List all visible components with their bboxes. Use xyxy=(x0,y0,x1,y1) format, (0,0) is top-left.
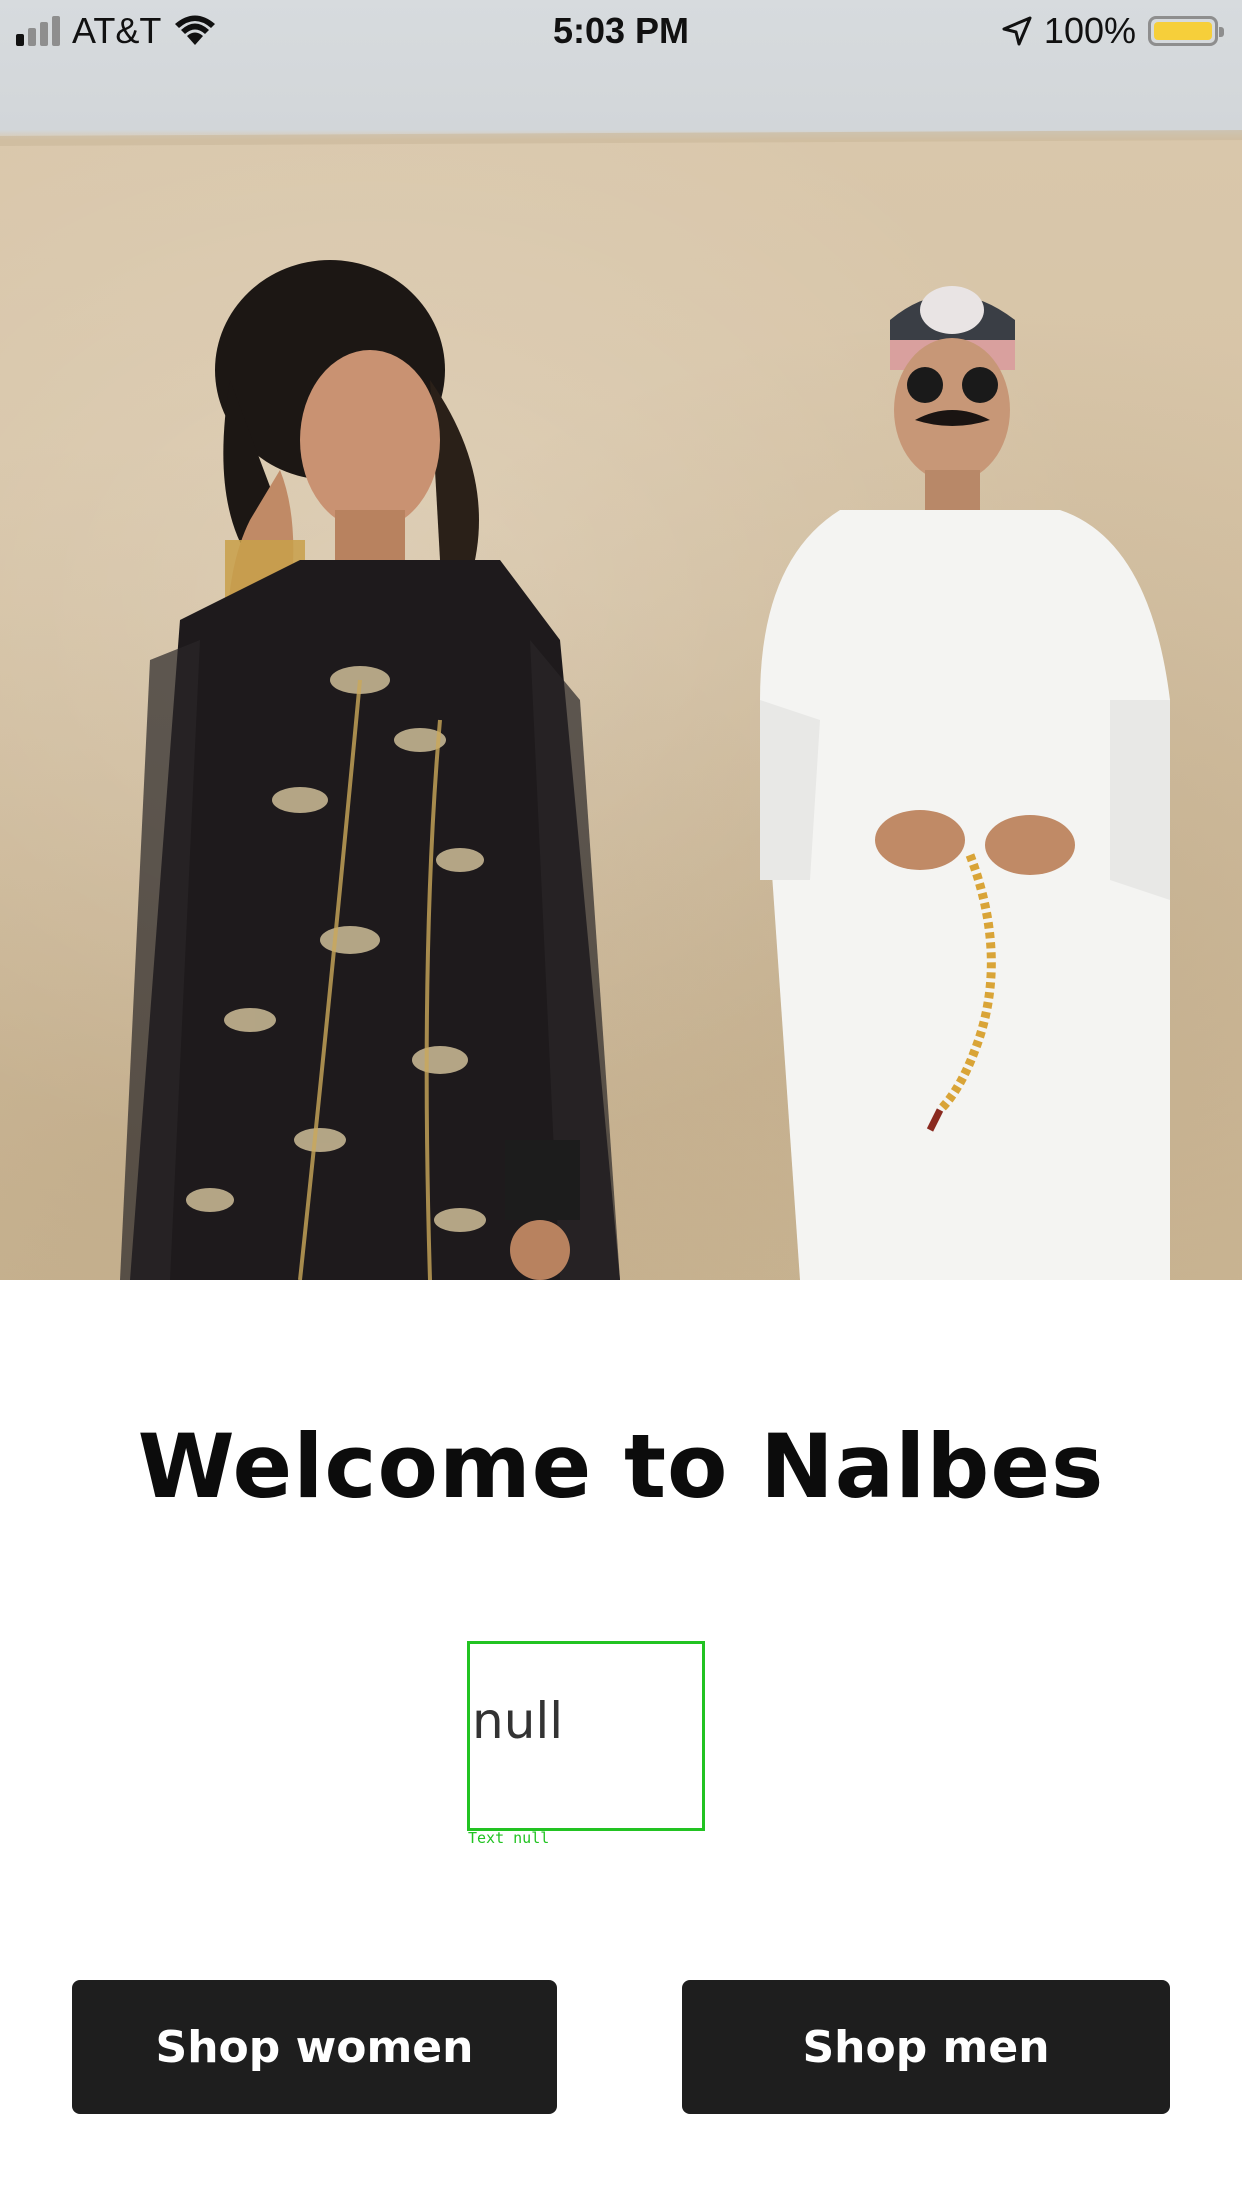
placeholder-box: null xyxy=(467,1641,705,1831)
hero-photo xyxy=(0,0,1242,1280)
shop-women-button[interactable]: Shop women xyxy=(72,1980,557,2114)
status-right: 100% xyxy=(1002,10,1226,52)
shop-men-button[interactable]: Shop men xyxy=(682,1980,1170,2114)
screen: AT&T 5:03 PM 100% Welcome to Nalbes null… xyxy=(0,0,1242,2208)
location-arrow-icon xyxy=(1002,16,1032,46)
placeholder-caption: Text null xyxy=(468,1829,550,1847)
status-bar: AT&T 5:03 PM 100% xyxy=(0,0,1242,62)
man-figure xyxy=(760,286,1170,1280)
woman-figure xyxy=(120,260,620,1280)
hero-illustration xyxy=(0,130,1242,1280)
welcome-title: Welcome to Nalbes xyxy=(137,1415,1105,1518)
battery-percent: 100% xyxy=(1043,10,1136,51)
battery-icon xyxy=(1148,16,1224,46)
placeholder-text: null xyxy=(472,1692,564,1750)
battery-fill xyxy=(1154,22,1212,40)
